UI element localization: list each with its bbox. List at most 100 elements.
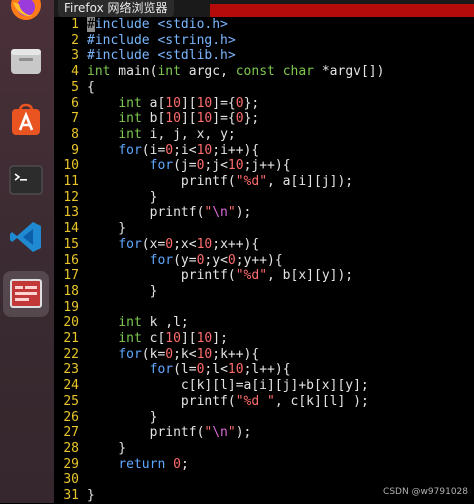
- line-number: 22: [63, 346, 79, 362]
- code-text: for(x=0;x<10;x++){: [118, 236, 260, 252]
- code-line[interactable]: 17 printf("%d", b[x][y]);: [54, 268, 353, 284]
- code-text: int a[10][10]={0};: [118, 95, 260, 111]
- line-number: 4: [71, 64, 79, 80]
- line-number: 3: [71, 48, 79, 64]
- line-number: 1: [71, 17, 79, 32]
- code-text: int b[10][10]={0};: [118, 111, 260, 127]
- files-icon[interactable]: [3, 38, 49, 84]
- code-line[interactable]: 4 int main(int argc, const char *argv[]): [54, 64, 384, 80]
- code-line[interactable]: 13 printf("\n");: [54, 205, 251, 221]
- code-line[interactable]: 20 int k ,l;: [54, 315, 189, 331]
- code-text: }: [87, 409, 158, 425]
- code-line[interactable]: 19: [54, 300, 87, 316]
- code-line[interactable]: 18 }: [54, 284, 157, 300]
- code-line[interactable]: 25 printf("%d ", c[k][l] );: [54, 393, 369, 410]
- line-number: 30: [63, 472, 79, 488]
- code-text: }: [87, 283, 158, 299]
- code-line[interactable]: 2 #include <string.h>: [54, 33, 236, 49]
- code-line[interactable]: 22 for(k=0;k<10;k++){: [54, 347, 259, 363]
- line-number: 21: [63, 331, 79, 346]
- code-line[interactable]: 15 for(x=0;x<10;x++){: [54, 237, 259, 253]
- code-line[interactable]: 1 #include <stdio.h>: [54, 17, 228, 33]
- line-number: 25: [63, 393, 79, 409]
- line-number: 17: [63, 268, 79, 284]
- code-line[interactable]: 26 }: [54, 410, 157, 426]
- line-number: 27: [63, 425, 79, 441]
- line-number: 24: [63, 378, 79, 394]
- line-number: 19: [63, 299, 79, 315]
- code-text: int i, j, x, y;: [118, 126, 236, 142]
- code-line[interactable]: 6 int a[10][10]={0};: [54, 96, 259, 112]
- line-number: 5: [71, 79, 79, 95]
- app-grid-icon[interactable]: [3, 271, 49, 317]
- code-text: {: [87, 79, 95, 95]
- watermark: CSDN @w9791028: [383, 487, 468, 497]
- firefox-tooltip: Firefox 网络浏览器: [58, 0, 174, 17]
- dock: [0, 0, 54, 503]
- code-text: printf("%d ", c[k][l] );: [87, 393, 369, 409]
- code-text: for(l=0;l<10;l++){: [149, 362, 291, 378]
- line-number: 12: [63, 189, 79, 205]
- code-line[interactable]: 12 }: [54, 190, 157, 206]
- code-line[interactable]: 31}: [54, 488, 95, 504]
- line-number: 10: [63, 158, 79, 174]
- line-number: 6: [71, 95, 79, 111]
- code-text: printf("\n");: [87, 205, 252, 221]
- line-number: 16: [63, 252, 79, 268]
- code-line[interactable]: 3 #include <stdlib.h>: [54, 48, 236, 64]
- text-cursor: #: [87, 17, 95, 32]
- firefox-icon[interactable]: [3, 0, 49, 28]
- code-text: printf("%d", a[i][j]);: [87, 174, 354, 189]
- code-text: int main(int argc, const char *argv[]): [87, 64, 385, 80]
- code-line[interactable]: 21 int c[10][10];: [54, 331, 228, 347]
- line-number: 26: [63, 409, 79, 425]
- software-icon[interactable]: [3, 97, 49, 143]
- code-editor[interactable]: 1 #include <stdio.h> 2 #include <string.h> 3…: [54, 17, 474, 503]
- code-line[interactable]: 10 for(j=0;j<10;j++){: [54, 158, 291, 174]
- line-number: 9: [71, 142, 79, 158]
- code-line[interactable]: 29 return 0;: [54, 456, 189, 473]
- code-text: for(k=0;k<10;k++){: [118, 346, 260, 362]
- line-number: 13: [63, 205, 79, 221]
- line-number: 11: [63, 174, 79, 189]
- line-number: 29: [63, 456, 79, 472]
- line-number: 18: [63, 283, 79, 299]
- code-text: for(y=0;y<0;y++){: [149, 252, 283, 268]
- code-text: c[k][l]=a[i][j]+b[x][y];: [87, 378, 369, 394]
- code-text: #include <string.h>: [87, 32, 236, 48]
- line-number: 14: [63, 221, 79, 237]
- line-number: 7: [71, 111, 79, 127]
- code-line[interactable]: 7 int b[10][10]={0};: [54, 111, 259, 127]
- code-text: }: [87, 221, 127, 237]
- line-number: 31: [63, 488, 79, 503]
- line-number: 23: [63, 362, 79, 378]
- code-text: #include <stdlib.h>: [87, 48, 236, 64]
- code-text: for(j=0;j<10;j++){: [149, 158, 291, 174]
- code-text: int k ,l;: [118, 315, 189, 331]
- line-number: 8: [71, 126, 79, 142]
- code-line[interactable]: 5{: [54, 80, 95, 96]
- code-line[interactable]: 11 printf("%d", a[i][j]);: [54, 174, 353, 190]
- code-text: }: [87, 488, 95, 503]
- code-text: for(i=0;i<10;i++){: [118, 142, 260, 158]
- code-line[interactable]: 24 c[k][l]=a[i][j]+b[x][y];: [54, 378, 369, 394]
- code-line[interactable]: 14 }: [54, 221, 126, 237]
- code-line[interactable]: 30: [54, 472, 87, 488]
- terminal-icon[interactable]: [3, 157, 49, 203]
- code-line[interactable]: 16 for(y=0;y<0;y++){: [54, 252, 283, 269]
- code-text: #include <stdio.h>: [87, 17, 228, 32]
- code-line[interactable]: 23 for(l=0;l<10;l++){: [54, 362, 291, 378]
- code-text: }: [87, 440, 127, 456]
- line-number: 15: [63, 236, 79, 252]
- line-number: 2: [71, 32, 79, 48]
- code-line[interactable]: 27 printf("\n");: [54, 425, 251, 441]
- line-number: 20: [63, 315, 79, 331]
- vscode-icon[interactable]: [3, 214, 49, 260]
- code-text: printf("\n");: [87, 425, 252, 441]
- code-text: return 0;: [118, 456, 189, 472]
- code-line[interactable]: 8 int i, j, x, y;: [54, 127, 236, 143]
- code-line[interactable]: 9 for(i=0;i<10;i++){: [54, 143, 259, 159]
- code-text: int c[10][10];: [118, 331, 228, 346]
- code-text: printf("%d", b[x][y]);: [87, 268, 354, 284]
- code-line[interactable]: 28 }: [54, 441, 126, 457]
